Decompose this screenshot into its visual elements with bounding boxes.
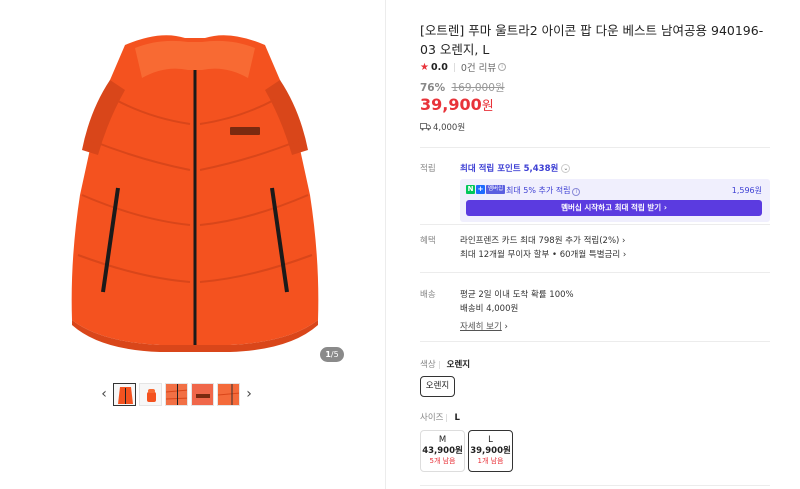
rating-row: ★ 0.0 0건 리뷰 i	[420, 60, 507, 74]
info-icon[interactable]: i	[572, 188, 581, 196]
chevron-down-icon[interactable]: ⌄	[561, 164, 571, 173]
card-benefit-link[interactable]: 라인프렌즈 카드 최대 798원 추가 적립(2%) ›	[460, 234, 625, 246]
size-price: 43,900원	[422, 446, 463, 456]
naver-icon: N	[466, 185, 475, 194]
product-main-image[interactable]	[30, 20, 360, 365]
product-gallery: 1/5 ‹ ›	[0, 0, 385, 489]
membership-amount: 1,596원	[731, 186, 762, 195]
color-option-label: 색상 오렌지	[420, 360, 471, 370]
delivery-arrival-text: 평균 2일 이내 도착 확률 100%	[460, 290, 574, 300]
discount-rate: 76%	[420, 82, 446, 94]
thumbnail-5[interactable]	[217, 382, 240, 406]
delivery-detail-link[interactable]: 자세히 보기 ›	[460, 320, 508, 332]
info-icon[interactable]: i	[498, 63, 507, 71]
shipping-fee-text: 4,000원	[433, 123, 466, 133]
points-label: 적립	[420, 164, 436, 174]
sale-price-unit: 원	[481, 99, 494, 114]
gallery-divider	[385, 0, 386, 489]
divider	[420, 485, 770, 486]
shipping-fee: 4,000원	[420, 121, 465, 133]
thumbnail-4[interactable]	[191, 382, 214, 406]
image-page-indicator: 1/5	[320, 347, 344, 362]
discount-row: 76% 169,000원	[420, 80, 505, 95]
sale-price-value: 39,900	[420, 95, 482, 114]
color-chip-orange[interactable]: 오렌지	[420, 376, 455, 397]
thumbnail-3[interactable]	[165, 382, 188, 406]
chevron-left-icon[interactable]: ‹	[98, 382, 110, 406]
original-price: 169,000원	[451, 82, 505, 94]
membership-badge: N + 멤버십	[466, 185, 506, 194]
size-name: L	[488, 435, 493, 445]
review-count-link[interactable]: 0건 리뷰	[461, 60, 496, 74]
rating-score: 0.0	[430, 61, 448, 73]
membership-start-button[interactable]: 멤버십 시작하고 최대 적립 받기 ›	[466, 200, 762, 216]
rating-divider	[453, 62, 455, 72]
chevron-right-icon[interactable]: ›	[243, 382, 255, 406]
size-stock: 1개 남음	[477, 457, 504, 465]
membership-badge-label: 멤버십	[486, 185, 506, 194]
size-option-m[interactable]: M 43,900원 5개 남음	[420, 430, 465, 472]
divider	[420, 341, 770, 342]
divider	[420, 272, 770, 273]
thumbnail-1[interactable]	[113, 382, 136, 406]
membership-box: N + 멤버십 최대 5% 추가 적립 i 1,596원 멤버십 시작하고 최대 …	[460, 179, 770, 222]
sale-price: 39,900원	[420, 95, 494, 114]
delivery-label: 배송	[420, 290, 436, 300]
size-name: M	[438, 435, 447, 445]
divider	[420, 147, 770, 148]
delivery-fee-text: 배송비 4,000원	[460, 304, 519, 314]
truck-icon	[420, 123, 431, 131]
size-option-label: 사이즈 L	[420, 413, 460, 423]
star-icon: ★	[420, 61, 429, 73]
installment-benefit-link[interactable]: 최대 12개월 무이자 할부 • 60개월 특별금리 ›	[460, 248, 626, 260]
thumbnail-strip: ‹ ›	[98, 381, 255, 407]
size-stock: 5개 남음	[429, 457, 456, 465]
membership-text: 최대 5% 추가 적립 i	[506, 185, 581, 196]
benefits-label: 혜택	[420, 236, 436, 246]
divider	[420, 224, 770, 225]
size-option-l[interactable]: L 39,900원 1개 남음	[468, 430, 513, 472]
max-points-row: 최대 적립 포인트 5,438원 ⌄	[460, 162, 571, 174]
chevron-right-icon: ›	[504, 322, 508, 332]
plus-icon: +	[476, 185, 485, 194]
size-price: 39,900원	[470, 446, 511, 456]
thumbnail-2[interactable]	[139, 382, 162, 406]
max-points-link[interactable]: 최대 적립 포인트 5,438원	[460, 164, 558, 174]
product-title: [오트렌] 푸마 울트라2 아이콘 팝 다운 베스트 남여공용 940196-0…	[420, 23, 764, 57]
